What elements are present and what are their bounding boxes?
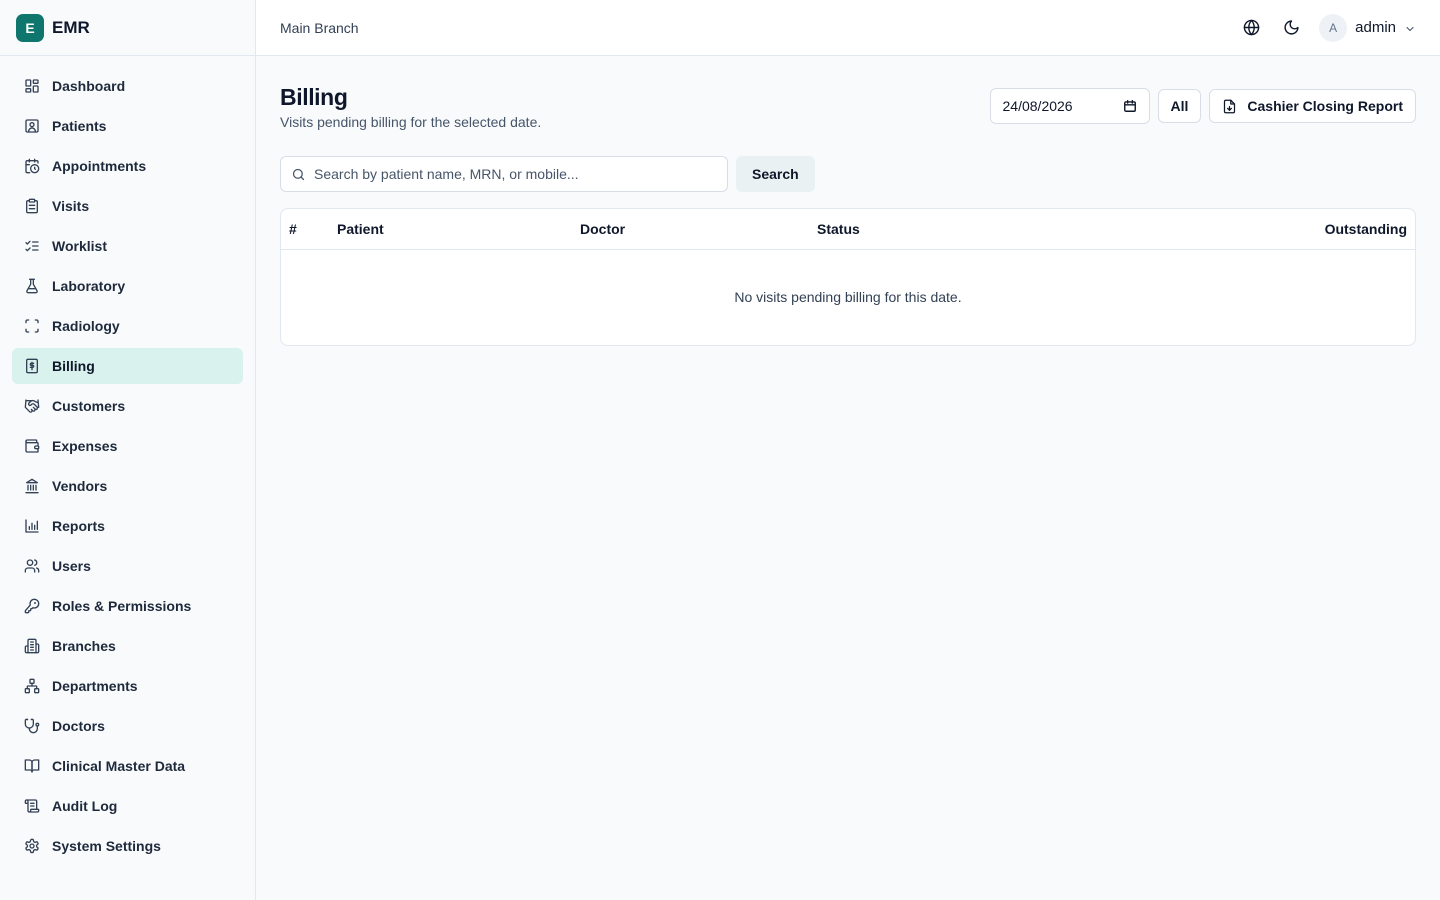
avatar: A (1319, 13, 1348, 42)
search-field[interactable] (280, 156, 728, 192)
column-header-patient[interactable]: Patient (337, 221, 384, 237)
sidebar-item-vendors[interactable]: Vendors (12, 468, 243, 504)
sidebar-item-doctors[interactable]: Doctors (12, 708, 243, 744)
chevron-down-icon (1404, 22, 1416, 34)
search-icon (291, 167, 306, 182)
wallet-icon (24, 438, 40, 454)
page-title: Billing (280, 84, 348, 110)
sidebar-item-branches[interactable]: Branches (12, 628, 243, 664)
list-checks-icon (24, 238, 40, 254)
cashier-closing-report-button[interactable]: Cashier Closing Report (1209, 89, 1416, 123)
bank-icon (24, 478, 40, 494)
sidebar-item-label: Expenses (52, 438, 118, 454)
moon-icon[interactable] (1277, 14, 1305, 42)
stethoscope-icon (24, 718, 40, 734)
sidebar-item-laboratory[interactable]: Laboratory (12, 268, 243, 304)
scan-icon (24, 318, 40, 334)
sidebar-item-label: Worklist (52, 238, 107, 254)
sidebar-item-expenses[interactable]: Expenses (12, 428, 243, 464)
sidebar-item-dashboard[interactable]: Dashboard (12, 68, 243, 104)
sidebar-item-visits[interactable]: Visits (12, 188, 243, 224)
sidebar-item-label: Dashboard (52, 78, 126, 94)
sidebar-item-appointments[interactable]: Appointments (12, 148, 243, 184)
sidebar-item-label: Users (52, 558, 91, 574)
sidebar-item-audit-log[interactable]: Audit Log (12, 788, 243, 824)
sidebar-item-label: System Settings (52, 838, 161, 854)
date-picker[interactable]: 24/08/2026 (989, 88, 1150, 124)
calendar-icon[interactable] (1123, 99, 1137, 113)
sidebar: E EMR Dashboard Patients Appointments Visit… (0, 0, 256, 900)
book-icon (24, 758, 40, 774)
sidebar-item-label: Customers (52, 398, 126, 414)
globe-icon[interactable] (1237, 14, 1265, 42)
report-button-label: Cashier Closing Report (1247, 98, 1403, 114)
search-row: Search (280, 156, 815, 192)
column-header-doctor[interactable]: Doctor (580, 221, 625, 237)
sidebar-item-billing[interactable]: Billing (12, 348, 243, 384)
sidebar-item-label: Billing (52, 358, 95, 374)
sidebar-item-label: Audit Log (52, 798, 118, 814)
column-header-number[interactable]: # (289, 221, 297, 237)
empty-state-message: No visits pending billing for this date. (734, 289, 962, 305)
user-name: admin (1355, 19, 1396, 36)
building-icon (24, 638, 40, 654)
users-icon (24, 558, 40, 574)
date-value: 24/08/2026 (1002, 98, 1073, 114)
all-button[interactable]: All (1157, 89, 1202, 123)
top-header: Main Branch A admin (256, 0, 1440, 56)
sidebar-item-label: Radiology (52, 318, 120, 334)
branch-name: Main Branch (280, 19, 359, 36)
header-actions: A admin (1237, 13, 1416, 42)
sidebar-item-reports[interactable]: Reports (12, 508, 243, 544)
sidebar-item-radiology[interactable]: Radiology (12, 308, 243, 344)
sidebar-item-roles-and-permissions[interactable]: Roles & Permissions (12, 588, 243, 624)
sidebar-item-customers[interactable]: Customers (12, 388, 243, 424)
sidebar-nav: Dashboard Patients Appointments Visits Workl… (0, 56, 255, 864)
file-download-icon (1222, 99, 1237, 114)
flask-icon (24, 278, 40, 294)
key-icon (24, 598, 40, 614)
search-button[interactable]: Search (736, 156, 815, 192)
page-subtitle: Visits pending billing for the selected … (280, 114, 542, 130)
receipt-dollar-icon (24, 358, 40, 374)
sidebar-item-system-settings[interactable]: System Settings (12, 828, 243, 864)
sidebar-item-label: Departments (52, 678, 138, 694)
bar-chart-icon (24, 518, 40, 534)
brand[interactable]: E EMR (0, 0, 255, 56)
sidebar-item-label: Appointments (52, 158, 147, 174)
dashboard-icon (24, 78, 40, 94)
user-menu[interactable]: A admin (1319, 13, 1416, 42)
sidebar-item-label: Laboratory (52, 278, 126, 294)
sidebar-item-label: Branches (52, 638, 116, 654)
patient-icon (24, 118, 40, 134)
sidebar-item-departments[interactable]: Departments (12, 668, 243, 704)
search-input[interactable] (314, 166, 714, 182)
table-header: # Patient Doctor Status Outstanding (281, 209, 1415, 250)
sidebar-item-label: Doctors (52, 718, 105, 734)
column-header-status[interactable]: Status (817, 221, 860, 237)
billing-table: # Patient Doctor Status Outstanding No v… (280, 208, 1416, 346)
sidebar-item-label: Roles & Permissions (52, 598, 192, 614)
gear-icon (24, 838, 40, 854)
calendar-clock-icon (24, 158, 40, 174)
brand-logo: E (16, 13, 44, 42)
handshake-icon (24, 398, 40, 414)
sidebar-item-label: Reports (52, 518, 105, 534)
sidebar-item-users[interactable]: Users (12, 548, 243, 584)
sidebar-item-clinical-master-data[interactable]: Clinical Master Data (12, 748, 243, 784)
scroll-icon (24, 798, 40, 814)
sidebar-item-label: Visits (52, 198, 90, 214)
all-button-label: All (1170, 98, 1189, 114)
page-actions: 24/08/2026 All Cashier Closing Report (989, 88, 1416, 124)
column-header-outstanding[interactable]: Outstanding (1325, 221, 1407, 237)
network-icon (24, 678, 40, 694)
clipboard-icon (24, 198, 40, 214)
sidebar-item-worklist[interactable]: Worklist (12, 228, 243, 264)
sidebar-item-label: Vendors (52, 478, 108, 494)
brand-name: EMR (52, 17, 90, 37)
sidebar-item-label: Patients (52, 118, 107, 134)
sidebar-item-label: Clinical Master Data (52, 758, 186, 774)
sidebar-item-patients[interactable]: Patients (12, 108, 243, 144)
